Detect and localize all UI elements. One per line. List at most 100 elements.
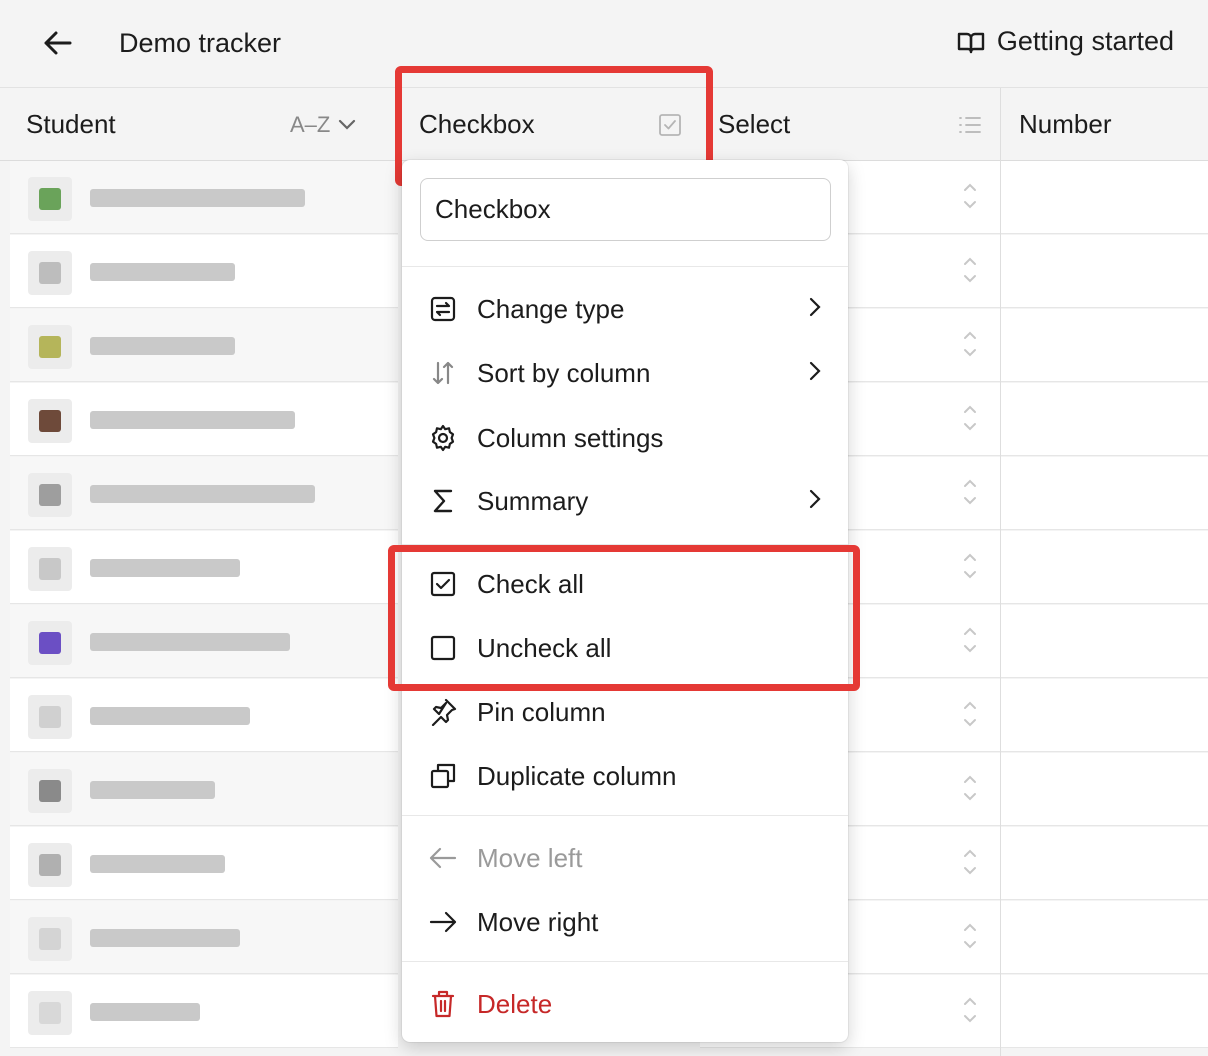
student-name-redacted (90, 929, 240, 947)
menu-item-duplicate-column[interactable]: Duplicate column (402, 747, 848, 805)
student-cell[interactable] (10, 901, 398, 974)
number-cell[interactable] (1001, 975, 1208, 1048)
gear-icon (428, 423, 458, 453)
menu-divider (402, 544, 848, 545)
stepper-icon (964, 479, 976, 505)
checked-box-icon (428, 569, 458, 599)
trash-icon (428, 989, 458, 1019)
stepper-icon (964, 183, 976, 209)
chevron-right-icon (809, 361, 821, 381)
checkbox-type-icon (658, 88, 682, 161)
student-cell[interactable] (10, 457, 398, 530)
student-name-redacted (90, 189, 305, 207)
stepper-icon (964, 701, 976, 727)
student-cell[interactable] (10, 161, 398, 234)
number-cell[interactable] (1001, 827, 1208, 900)
number-cell[interactable] (1001, 309, 1208, 382)
chevron-right-icon (809, 297, 821, 317)
stepper-icon (964, 553, 976, 579)
student-name-redacted (90, 263, 235, 281)
student-cell[interactable] (10, 531, 398, 604)
avatar (28, 621, 72, 665)
student-name-redacted (90, 633, 290, 651)
stepper-icon (964, 775, 976, 801)
menu-divider (402, 961, 848, 962)
swap-icon (428, 294, 458, 324)
column-header-select[interactable]: Select (718, 88, 790, 161)
page-title: Demo tracker (119, 28, 282, 58)
student-cell[interactable] (10, 679, 398, 752)
column-header-number[interactable]: Number (1019, 88, 1111, 161)
arrow-left-icon (428, 843, 458, 873)
number-cell[interactable] (1001, 457, 1208, 530)
menu-item-change-type[interactable]: Change type (402, 280, 848, 338)
column-header-student[interactable]: Student (26, 88, 116, 161)
duplicate-icon (428, 761, 458, 791)
table-header: Student A–Z Checkbox Select Number (0, 88, 1208, 161)
student-name-redacted (90, 1003, 200, 1021)
number-cell[interactable] (1001, 235, 1208, 308)
menu-item-move-right[interactable]: Move right (402, 893, 848, 951)
stepper-icon (964, 923, 976, 949)
avatar (28, 991, 72, 1035)
student-cell[interactable] (10, 753, 398, 826)
pin-icon (428, 697, 458, 727)
getting-started-label: Getting started (996, 26, 1174, 56)
student-name-redacted (90, 855, 225, 873)
sigma-icon (428, 486, 458, 516)
avatar (28, 917, 72, 961)
top-bar: Demo tracker Getting started (0, 0, 1208, 88)
menu-item-delete[interactable]: Delete (402, 975, 848, 1033)
menu-divider (402, 815, 848, 816)
avatar (28, 769, 72, 813)
number-cell[interactable] (1001, 383, 1208, 456)
student-cell[interactable] (10, 309, 398, 382)
stepper-icon (964, 997, 976, 1023)
getting-started-link[interactable]: Getting started (957, 26, 1174, 57)
back-button[interactable] (40, 26, 76, 60)
book-open-icon (957, 32, 985, 53)
chevron-right-icon (809, 489, 821, 509)
arrow-right-icon (428, 907, 458, 937)
number-cell[interactable] (1001, 161, 1208, 234)
student-cell[interactable] (10, 975, 398, 1048)
number-cell[interactable] (1001, 679, 1208, 752)
menu-item-column-settings[interactable]: Column settings (402, 409, 848, 467)
empty-box-icon (428, 633, 458, 663)
sort-label: A–Z (290, 111, 331, 137)
menu-item-move-left[interactable]: Move left (402, 829, 848, 887)
sort-toggle[interactable]: A–Z (290, 88, 356, 161)
student-cell[interactable] (10, 605, 398, 678)
avatar (28, 547, 72, 591)
student-name-redacted (90, 559, 240, 577)
menu-divider (402, 266, 848, 267)
student-name-redacted (90, 781, 215, 799)
number-cell[interactable] (1001, 753, 1208, 826)
number-cell[interactable] (1001, 901, 1208, 974)
column-name-input[interactable] (420, 178, 831, 241)
chevron-down-icon (339, 119, 356, 130)
avatar (28, 251, 72, 295)
avatar (28, 177, 72, 221)
stepper-icon (964, 405, 976, 431)
student-cell[interactable] (10, 383, 398, 456)
student-name-redacted (90, 707, 250, 725)
menu-item-summary[interactable]: Summary (402, 472, 848, 530)
menu-item-uncheck-all[interactable]: Uncheck all (402, 619, 848, 677)
avatar (28, 399, 72, 443)
student-name-redacted (90, 337, 235, 355)
menu-item-pin-column[interactable]: Pin column (402, 683, 848, 741)
sort-icon (428, 358, 458, 388)
avatar (28, 325, 72, 369)
menu-item-check-all[interactable]: Check all (402, 555, 848, 613)
number-cell[interactable] (1001, 605, 1208, 678)
stepper-icon (964, 627, 976, 653)
menu-item-sort-by-column[interactable]: Sort by column (402, 344, 848, 402)
stepper-icon (964, 257, 976, 283)
student-cell[interactable] (10, 235, 398, 308)
stepper-icon (964, 849, 976, 875)
number-cell[interactable] (1001, 531, 1208, 604)
arrow-left-icon (44, 31, 72, 55)
student-cell[interactable] (10, 827, 398, 900)
column-header-checkbox[interactable]: Checkbox (419, 88, 535, 161)
